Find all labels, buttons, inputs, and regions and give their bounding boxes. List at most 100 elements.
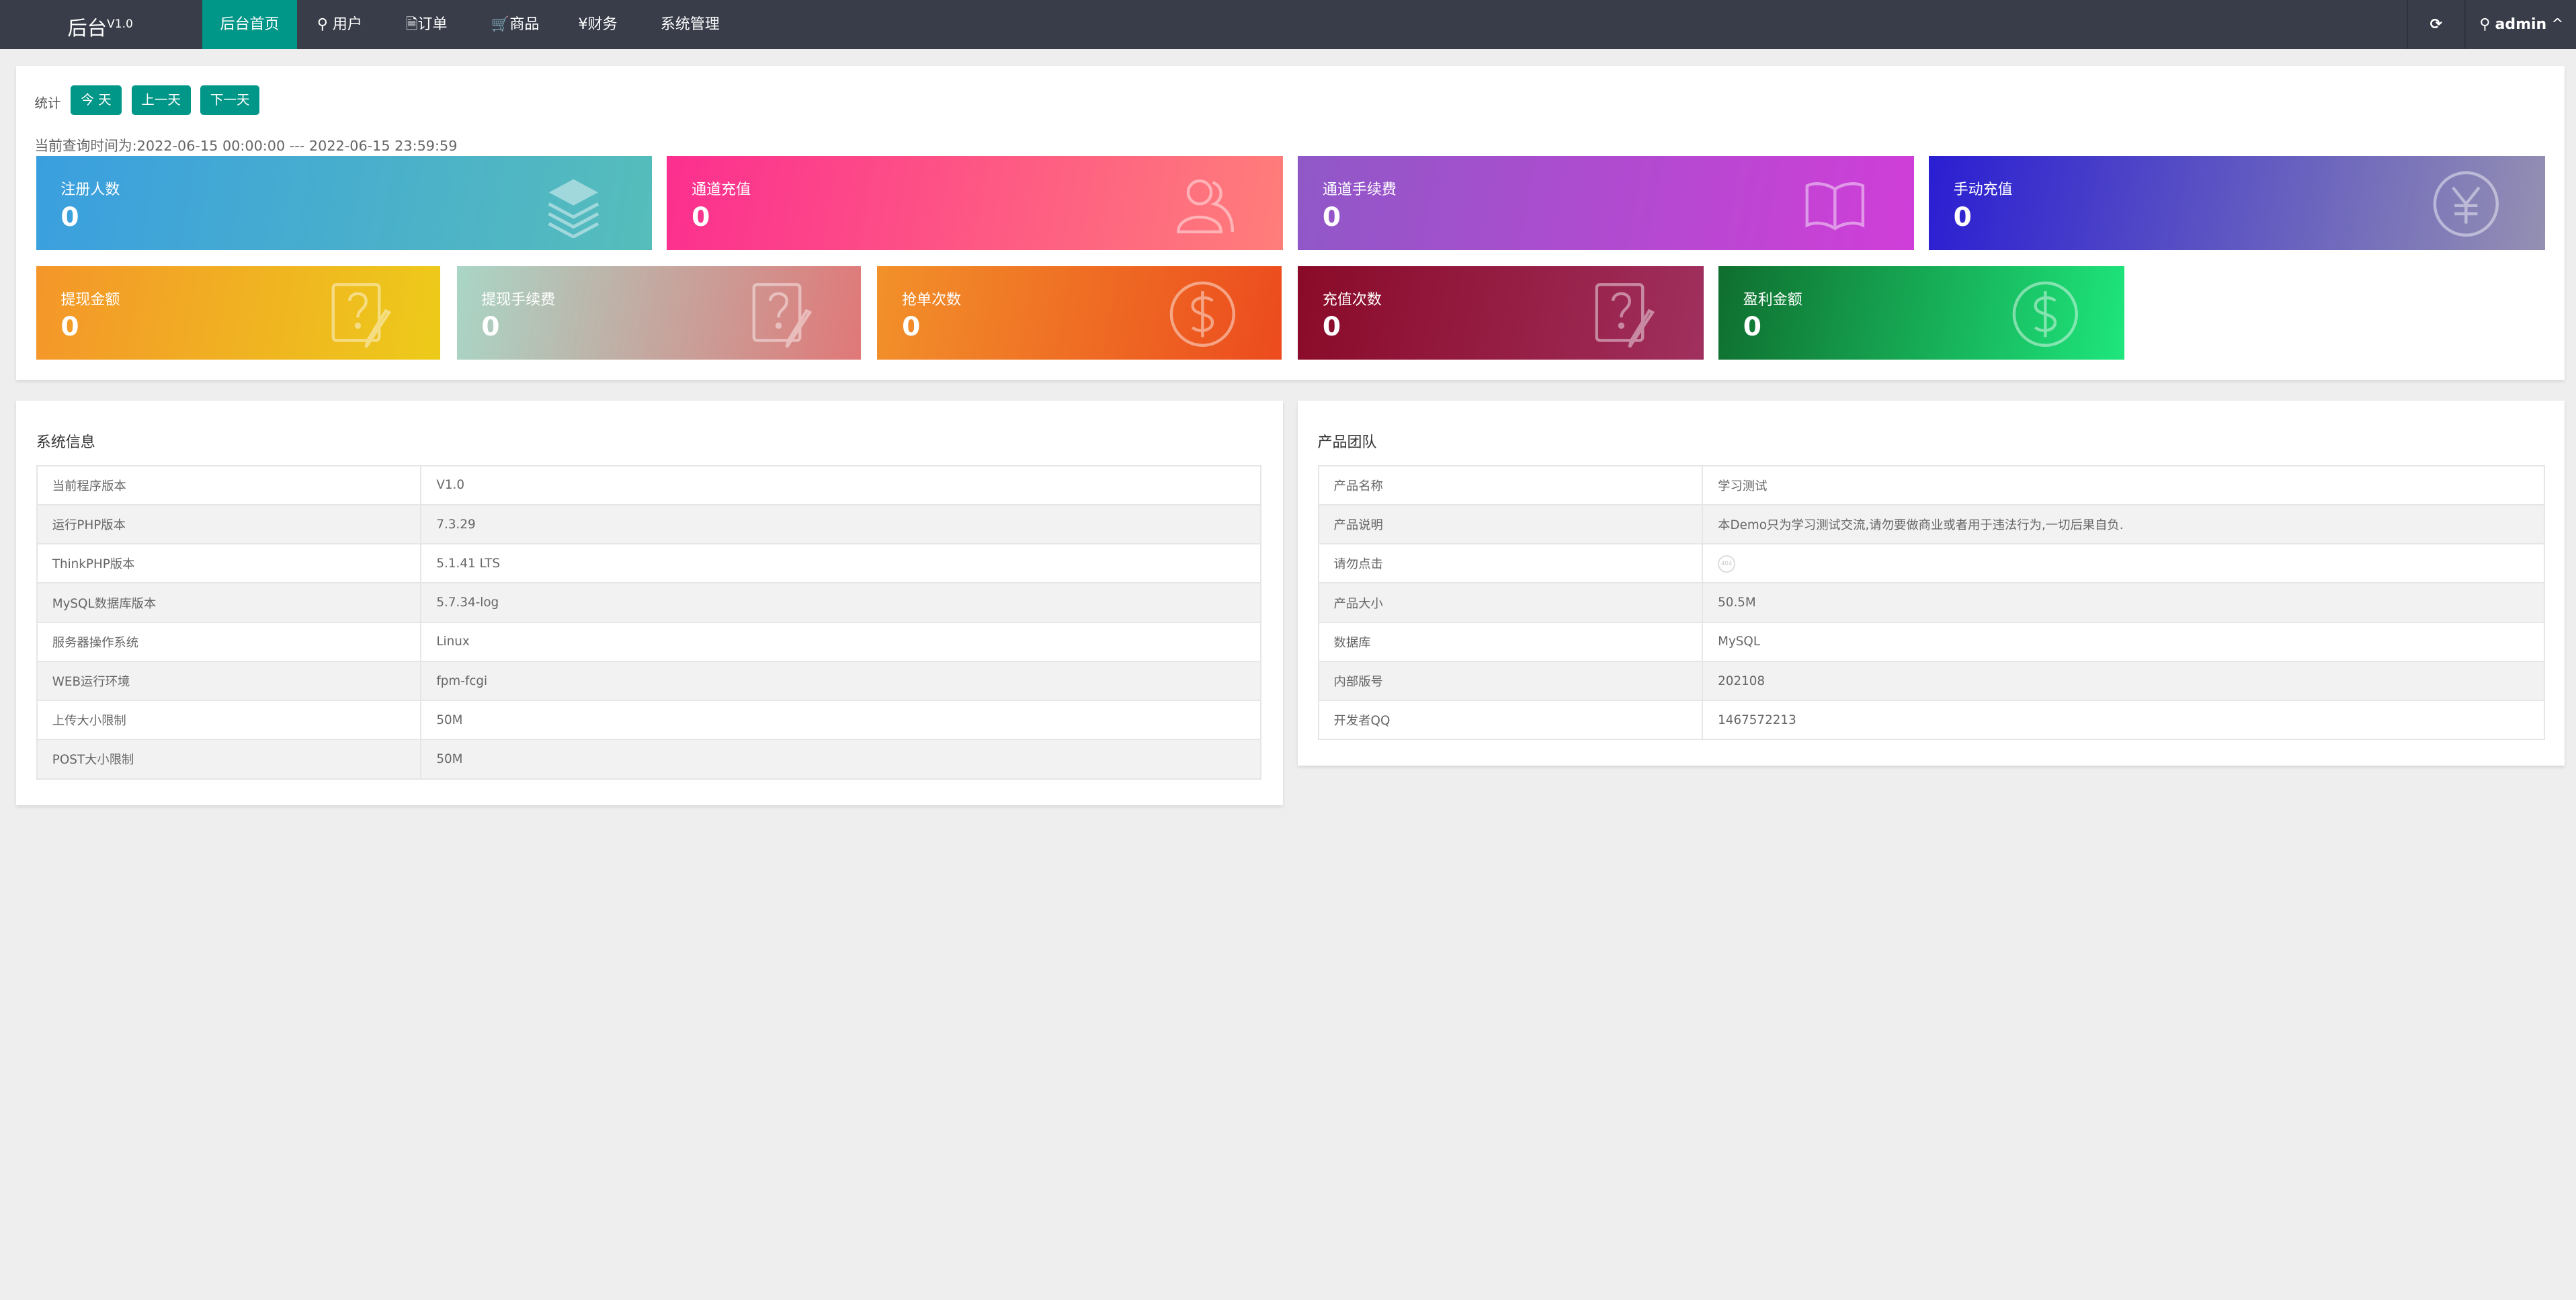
row-value: 50.5M: [1702, 582, 2545, 623]
stat-value: 0: [481, 312, 500, 343]
stat-card: 充值次数 0: [1298, 266, 1704, 360]
row-value: fpm-fcgi: [420, 660, 1262, 702]
table-row: MySQL数据库版本 5.7.34-log: [36, 582, 1262, 623]
table-row: 产品名称 学习测试: [1317, 464, 2545, 506]
nav-users[interactable]: ⚲ 用户: [299, 0, 380, 49]
nav-system[interactable]: 系统管理: [642, 0, 738, 49]
nav-label: 后台首页: [220, 16, 280, 33]
question-edit-icon: [332, 282, 392, 348]
table-row: 开发者QQ 1467572213: [1317, 700, 2545, 741]
table-row: 产品说明 本Demo只为学习测试交流,请勿要做商业或者用于违法行为,一切后果自负.: [1317, 504, 2545, 545]
system-info-table: 当前程序版本 V1.0 运行PHP版本 7.3.29 ThinkPHP版本 5.1.41 …: [36, 464, 1262, 780]
row-label: 服务器操作系统: [36, 621, 422, 662]
row-value: 50M: [420, 700, 1262, 741]
stat-card: 抢单次数 0: [877, 266, 1282, 360]
stat-value: 0: [1953, 202, 1972, 233]
row-value-cell: 404: [1702, 543, 2545, 584]
question-edit-icon: [1595, 282, 1655, 348]
refresh-icon: ⟳: [2429, 16, 2443, 33]
row-value: 1467572213: [1702, 700, 2545, 741]
dollar-circle-icon: [1169, 281, 1236, 347]
stats-panel: 统计 今 天 上一天 下一天 当前查询时间为:2022-06-15 00:00:…: [16, 65, 2565, 380]
nav-orders[interactable]: 🗎订单: [388, 0, 465, 49]
user-icon: ⚲: [2479, 16, 2491, 33]
next-day-button[interactable]: 下一天: [200, 85, 260, 116]
panel-title: 产品团队: [1317, 434, 1377, 452]
row-label: 开发者QQ: [1317, 700, 1704, 741]
stat-label: 抢单次数: [902, 291, 962, 309]
nav-label: 系统管理: [660, 16, 720, 33]
row-value: MySQL: [1702, 621, 2545, 662]
file-icon: 🗎: [405, 16, 418, 33]
row-value: 50M: [420, 739, 1262, 780]
row-label: ThinkPHP版本: [36, 543, 422, 584]
table-row: 服务器操作系统 Linux: [36, 621, 1262, 662]
row-label: 运行PHP版本: [36, 504, 422, 545]
username: admin: [2495, 16, 2547, 33]
table-row: 产品大小 50.5M: [1317, 582, 2545, 623]
user-icon: ⚲: [317, 16, 328, 33]
version: V1.0: [106, 17, 133, 31]
table-row: 上传大小限制 50M: [36, 700, 1262, 741]
row-value: 7.3.29: [420, 504, 1262, 545]
stat-label: 通道手续费: [1322, 181, 1397, 198]
nav-label: 财务: [587, 16, 618, 33]
table-row: 内部版号 202108: [1317, 660, 2545, 702]
row-value: Linux: [420, 621, 1262, 662]
chevron-up-icon: ^: [2551, 16, 2564, 33]
today-button[interactable]: 今 天: [71, 85, 122, 116]
row-label: POST大小限制: [36, 739, 422, 780]
dollar-circle-icon: [2012, 281, 2079, 347]
table-row: 请勿点击 404: [1317, 543, 2545, 584]
row-label: 当前程序版本: [36, 464, 422, 506]
row-value: 202108: [1702, 660, 2545, 702]
row-label: 产品大小: [1317, 582, 1704, 623]
row-label: 产品名称: [1317, 464, 1704, 506]
yen-icon: ¥: [578, 16, 588, 33]
prev-day-button[interactable]: 上一天: [131, 85, 191, 116]
row-label: 数据库: [1317, 621, 1704, 662]
system-info-panel: 系统信息 当前程序版本 V1.0 运行PHP版本 7.3.29 ThinkPHP版本 5.…: [16, 401, 1284, 805]
yen-circle-icon: [2433, 171, 2499, 237]
stat-value: 0: [1322, 312, 1341, 343]
row-label: MySQL数据库版本: [36, 582, 422, 623]
query-time: 当前查询时间为:2022-06-15 00:00:00 --- 2022-06-…: [34, 138, 458, 155]
stat-card: 盈利金额 0: [1718, 266, 2124, 360]
stat-value: 0: [692, 202, 710, 233]
stat-label: 盈利金额: [1743, 291, 1802, 309]
row-value: V1.0: [420, 464, 1262, 506]
table-row: POST大小限制 50M: [36, 739, 1262, 780]
nav-label: 用户: [332, 16, 362, 33]
nav-finance[interactable]: ¥财务: [560, 0, 636, 49]
stat-card: 手动充值 0: [1928, 156, 2545, 250]
users-icon: [1176, 179, 1234, 233]
logo[interactable]: 后台V1.0: [0, 0, 200, 49]
stat-card: 通道手续费 0: [1298, 156, 1914, 250]
stat-label: 充值次数: [1322, 291, 1382, 309]
stats-label: 统计: [34, 95, 61, 111]
row-value: 5.1.41 LTS: [420, 543, 1262, 584]
row-value: 本Demo只为学习测试交流,请勿要做商业或者用于违法行为,一切后果自负.: [1702, 504, 2545, 545]
nav-products[interactable]: 🛒商品: [473, 0, 557, 49]
row-label: 产品说明: [1317, 504, 1704, 545]
user-menu[interactable]: ⚲ admin ^: [2464, 0, 2576, 50]
stat-label: 手动充值: [1953, 181, 2013, 198]
logo-text: 后台: [67, 16, 107, 40]
row-label: WEB运行环境: [36, 660, 422, 702]
table-row: ThinkPHP版本 5.1.41 LTS: [36, 543, 1262, 584]
cart-icon: 🛒: [491, 16, 510, 33]
stat-value: 0: [60, 202, 79, 233]
row-label: 上传大小限制: [36, 700, 422, 741]
product-team-table: 产品名称 学习测试 产品说明 本Demo只为学习测试交流,请勿要做商业或者用于违法行为…: [1317, 464, 2545, 741]
404-badge[interactable]: 404: [1718, 555, 1736, 573]
row-label: 内部版号: [1317, 660, 1704, 702]
stat-label: 注册人数: [60, 181, 120, 198]
nav-home[interactable]: 后台首页: [202, 0, 298, 50]
table-row: 当前程序版本 V1.0: [36, 464, 1262, 506]
stat-value: 0: [1322, 202, 1341, 233]
product-team-panel: 产品团队 产品名称 学习测试 产品说明 本Demo只为学习测试交流,请勿要做商业或者用…: [1298, 401, 2565, 766]
question-edit-icon: [752, 282, 813, 348]
stat-card: 通道充值 0: [667, 156, 1284, 250]
stat-label: 提现金额: [60, 291, 120, 309]
refresh-button[interactable]: ⟳: [2407, 0, 2464, 50]
